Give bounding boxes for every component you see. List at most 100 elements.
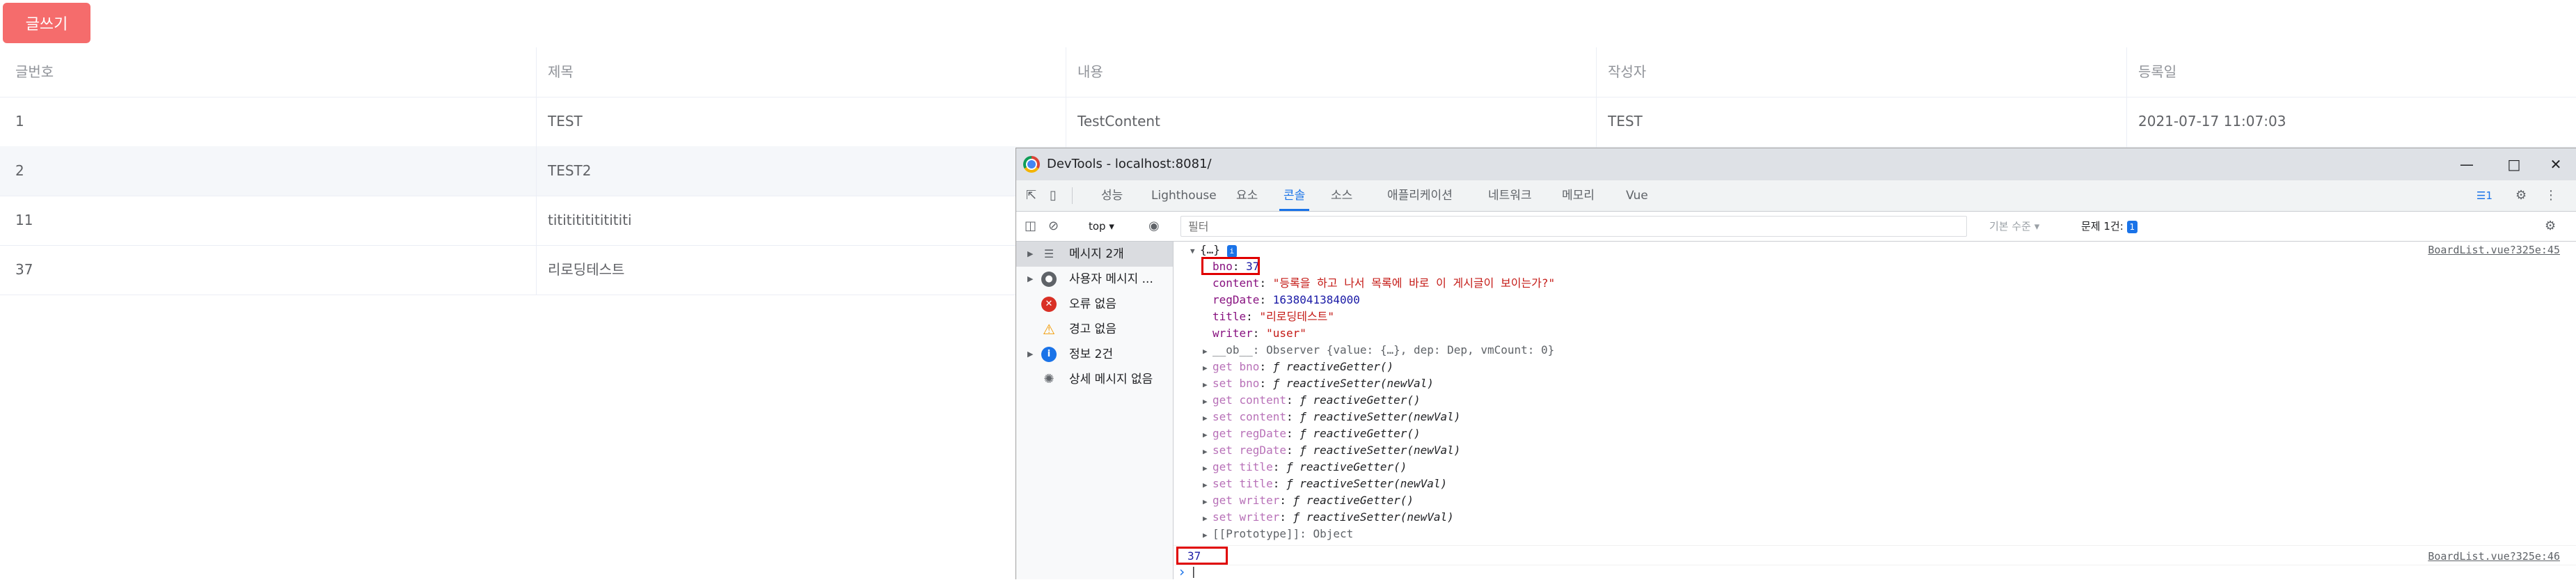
tab-vue[interactable]: Vue	[1626, 180, 1648, 211]
accessor-key: get regDate	[1212, 427, 1286, 440]
prop-key: regDate	[1212, 293, 1260, 306]
accessor-line[interactable]: ▶ get regDate: ƒ reactiveGetter()	[1203, 425, 1421, 442]
sidebar-toggle-icon[interactable]: ◫	[1025, 218, 1036, 235]
sidebar-item-verbose[interactable]: ✺ 상세 메시지 없음	[1016, 367, 1173, 392]
tab-lighthouse[interactable]: Lighthouse	[1151, 180, 1217, 211]
bug-icon: ✺	[1043, 372, 1054, 386]
console-settings-icon[interactable]: ⚙	[2545, 218, 2556, 235]
context-selector[interactable]: top ▾	[1089, 212, 1114, 241]
accessor-key: set writer	[1212, 510, 1280, 524]
expand-arrow-icon[interactable]: ▶	[1203, 427, 1212, 444]
device-toggle-icon[interactable]: ▯	[1050, 187, 1057, 204]
prototype-line[interactable]: ▶ [[Prototype]]: Object	[1203, 526, 1353, 542]
prop-line: title: "리로딩테스트"	[1212, 310, 1335, 323]
tab-console[interactable]: 콘솔	[1279, 180, 1310, 211]
devtools-titlebar[interactable]: DevTools - localhost:8081/ — □ ✕	[1016, 148, 2576, 180]
expand-arrow-icon[interactable]: ▶	[1203, 444, 1212, 460]
table-row[interactable]: 1 TEST TestContent TEST 2021-07-17 11:07…	[0, 97, 2576, 147]
tab-application[interactable]: 애플리케이션	[1387, 180, 1453, 211]
accessor-line[interactable]: ▶ set writer: ƒ reactiveSetter(newVal)	[1203, 509, 1454, 526]
expand-arrow-icon[interactable]: ▶	[1203, 460, 1212, 477]
accessor-key: set title	[1212, 477, 1273, 490]
tab-elements[interactable]: 요소	[1236, 180, 1258, 211]
sidebar-item-errors[interactable]: ✕ 오류 없음	[1016, 292, 1173, 317]
sidebar-item-label: 메시지 2개	[1069, 247, 1124, 261]
maximize-icon[interactable]: □	[2493, 148, 2535, 180]
source-link[interactable]: BoardList.vue?325e:45	[2428, 242, 2560, 258]
collapse-arrow-icon[interactable]: ▼	[1190, 243, 1200, 260]
expand-arrow-icon[interactable]: ▶	[1203, 343, 1212, 360]
accessor-line[interactable]: ▶ get bno: ƒ reactiveGetter()	[1203, 359, 1393, 375]
accessor-line[interactable]: ▶ set regDate: ƒ reactiveSetter(newVal)	[1203, 442, 1460, 459]
expand-arrow-icon[interactable]: ▶	[1203, 510, 1212, 527]
issues-label: 문제 1건:	[2081, 220, 2124, 233]
expand-arrow-icon[interactable]: ▶	[1203, 377, 1212, 393]
tab-network[interactable]: 네트워크	[1488, 180, 1532, 211]
accessor-line[interactable]: ▶ set title: ƒ reactiveSetter(newVal)	[1203, 476, 1447, 492]
cell-title: 리로딩테스트	[548, 261, 625, 278]
observer-line[interactable]: ▶ __ob__: Observer {value: {…}, dep: Dep,…	[1203, 342, 1554, 359]
accessor-line[interactable]: ▶ set bno: ƒ reactiveSetter(newVal)	[1203, 375, 1434, 392]
devtools-title: DevTools - localhost:8081/	[1047, 157, 1212, 171]
accessor-line[interactable]: ▶ set content: ƒ reactiveSetter(newVal)	[1203, 409, 1460, 425]
devtools-window: DevTools - localhost:8081/ — □ ✕ ⇱ ▯ 성능 …	[1016, 148, 2576, 580]
expand-arrow-icon[interactable]: ▶	[1027, 267, 1033, 292]
expand-arrow-icon[interactable]: ▶	[1203, 494, 1212, 510]
cell-content: TestContent	[1077, 113, 1160, 130]
sidebar-item-user-messages[interactable]: ▶ ● 사용자 메시지 ...	[1016, 267, 1173, 292]
column-divider	[536, 47, 537, 295]
accessor-key: set regDate	[1212, 444, 1286, 457]
cell-no: 11	[15, 212, 33, 228]
expand-arrow-icon[interactable]: ▶	[1203, 410, 1212, 427]
sidebar-item-info[interactable]: ▶ i 정보 2건	[1016, 342, 1173, 367]
filter-input[interactable]	[1181, 217, 1966, 236]
accessor-value: ƒ reactiveGetter()	[1286, 460, 1407, 473]
accessor-line[interactable]: ▶ get title: ƒ reactiveGetter()	[1203, 459, 1407, 476]
clear-console-icon[interactable]: ⊘	[1048, 218, 1059, 235]
error-icon: ✕	[1041, 297, 1057, 312]
console-prompt[interactable]: ›	[1178, 563, 1186, 580]
close-icon[interactable]: ✕	[2535, 148, 2576, 180]
accessor-key: get title	[1212, 460, 1273, 473]
issues-badge[interactable]: ☰1	[2476, 187, 2492, 204]
sidebar-item-messages[interactable]: ▶ ☰ 메시지 2개	[1016, 242, 1173, 267]
prop-value: 1638041384000	[1272, 293, 1360, 306]
expand-arrow-icon[interactable]: ▶	[1203, 360, 1212, 377]
write-post-button[interactable]: 글쓰기	[3, 3, 90, 43]
settings-gear-icon[interactable]: ⚙	[2515, 187, 2527, 204]
object-log-head[interactable]: ▼ {…} i	[1190, 242, 1238, 260]
user-icon: ●	[1041, 272, 1057, 287]
info-icon: i	[1041, 347, 1057, 362]
expand-arrow-icon[interactable]: ▶	[1027, 242, 1033, 267]
prop-key: content	[1212, 276, 1260, 290]
minimize-icon[interactable]: —	[2446, 148, 2488, 180]
inspect-element-icon[interactable]: ⇱	[1026, 187, 1036, 204]
issues-count[interactable]: 문제 1건: 1	[2081, 212, 2138, 241]
live-expression-eye-icon[interactable]: ◉	[1148, 218, 1160, 235]
expand-arrow-icon[interactable]: ▶	[1203, 527, 1212, 544]
sidebar-item-warnings[interactable]: ⚠ 경고 없음	[1016, 317, 1173, 342]
issues-count-badge: 1	[2126, 221, 2138, 233]
console-input[interactable]: |	[1190, 563, 2554, 580]
source-link[interactable]: BoardList.vue?325e:46	[2428, 548, 2560, 565]
tab-memory[interactable]: 메모리	[1562, 180, 1595, 211]
console-filter-field[interactable]	[1180, 216, 1967, 237]
tab-performance[interactable]: 성능	[1101, 180, 1123, 211]
expand-arrow-icon[interactable]: ▶	[1203, 393, 1212, 410]
accessor-line[interactable]: ▶ get writer: ƒ reactiveGetter()	[1203, 492, 1414, 509]
accessor-key: get content	[1212, 393, 1286, 407]
info-badge-icon: i	[1226, 245, 1238, 258]
expand-arrow-icon[interactable]: ▶	[1203, 477, 1212, 494]
cell-title: TEST2	[548, 162, 592, 179]
accessor-value: ƒ reactiveGetter()	[1272, 360, 1394, 373]
accessor-line[interactable]: ▶ get content: ƒ reactiveGetter()	[1203, 392, 1421, 409]
cell-title: TEST	[548, 113, 583, 130]
accessor-value: ƒ reactiveSetter(newVal)	[1272, 377, 1434, 390]
log-level-select[interactable]: 기본 수준 ▾	[1989, 212, 2039, 241]
column-header-writer: 작성자	[1608, 63, 1647, 80]
more-options-icon[interactable]: ⋮	[2545, 187, 2557, 204]
tab-sources[interactable]: 소스	[1331, 180, 1352, 211]
expand-arrow-icon[interactable]: ▶	[1027, 342, 1033, 367]
column-header-title: 제목	[548, 63, 574, 80]
cell-no: 37	[15, 261, 33, 278]
